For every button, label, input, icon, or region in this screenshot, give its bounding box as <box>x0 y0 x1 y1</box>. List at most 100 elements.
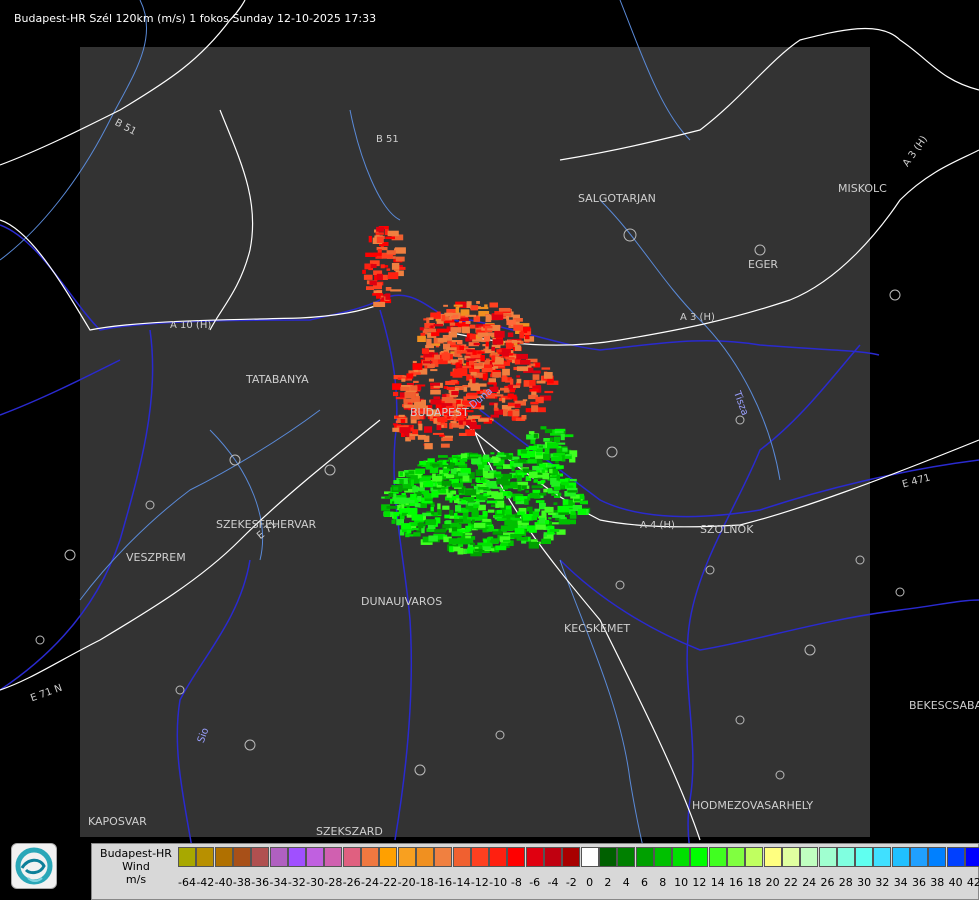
echo-cell <box>538 445 543 448</box>
echo-cell <box>501 397 506 403</box>
echo-cell <box>440 443 450 448</box>
echo-cell <box>449 509 454 516</box>
echo-cell <box>430 382 440 386</box>
echo-cell <box>535 500 545 503</box>
echo-cell <box>456 362 460 368</box>
echo-cell <box>499 488 504 491</box>
echo-cell <box>555 465 564 469</box>
echo-cell <box>510 388 515 393</box>
road-label-b51-north: B 51 <box>376 134 399 145</box>
echo-cell <box>495 454 507 457</box>
legend-tick-label: 24 <box>802 876 817 889</box>
echo-cell <box>528 541 539 549</box>
echo-cell <box>446 474 455 479</box>
echo-cell <box>517 472 527 476</box>
echo-cell <box>414 478 420 484</box>
echo-cell <box>539 463 547 468</box>
echo-cell <box>410 522 414 526</box>
road-label-a10: A 10 (H) <box>170 320 212 331</box>
city-label-kaposvar: KAPOSVAR <box>88 815 147 828</box>
echo-cell <box>469 542 476 545</box>
echo-cell <box>469 360 474 365</box>
echo-cell <box>494 515 504 518</box>
legend-swatch <box>928 847 947 867</box>
echo-cell <box>376 236 384 243</box>
echo-cell <box>511 340 517 344</box>
echo-cell <box>541 469 545 473</box>
echo-cell <box>366 286 374 290</box>
echo-cell <box>464 489 477 496</box>
echo-cell <box>450 371 455 377</box>
echo-cell <box>578 508 587 515</box>
legend-tick-label: 14 <box>710 876 725 889</box>
legend-tick-label: -36 <box>251 876 270 889</box>
echo-cell <box>439 434 445 437</box>
echo-cell <box>543 532 547 537</box>
echo-cell <box>459 345 465 350</box>
legend-swatch <box>489 847 508 867</box>
echo-cell <box>463 387 468 392</box>
echo-cell <box>473 504 479 509</box>
echo-cell <box>386 268 391 271</box>
echo-cell <box>470 354 481 359</box>
echo-cell <box>458 432 467 436</box>
echo-cell <box>422 476 432 479</box>
echo-cell <box>385 236 395 240</box>
echo-cell <box>482 542 493 547</box>
city-label-szolnok: SZOLNOK <box>700 523 754 536</box>
echo-cell <box>539 517 546 524</box>
echo-cell <box>399 427 411 434</box>
echo-cell <box>421 501 433 504</box>
echo-cell <box>437 482 443 485</box>
echo-cell <box>437 489 447 494</box>
echo-cell <box>446 386 455 390</box>
echo-cell <box>526 450 535 458</box>
echo-cell <box>500 525 509 531</box>
echo-cell <box>511 520 517 526</box>
legend-tick-label: -30 <box>306 876 325 889</box>
echo-cell <box>453 546 461 552</box>
echo-cell <box>364 263 371 270</box>
echo-cell <box>434 354 441 360</box>
echo-cell <box>421 348 429 354</box>
echo-cell <box>404 391 416 398</box>
echo-cell <box>528 445 537 450</box>
echo-cell <box>473 342 481 346</box>
legend-tick-label: -10 <box>489 876 508 889</box>
echo-cell <box>513 324 523 331</box>
legend-swatch <box>434 847 453 867</box>
echo-cell <box>426 338 432 346</box>
legend-tick-label: -42 <box>196 876 215 889</box>
road-label-a3-east: A 3 (H) <box>680 312 715 323</box>
echo-cell <box>471 510 479 518</box>
legend-tick-label: -64 <box>178 876 196 889</box>
legend-swatch <box>598 847 617 867</box>
echo-cell <box>506 319 516 326</box>
echo-cell <box>553 502 558 505</box>
echo-cell <box>579 500 588 505</box>
echo-cell <box>498 308 511 312</box>
echo-cell <box>442 437 453 441</box>
echo-cell <box>386 250 396 255</box>
echo-cell <box>516 481 529 486</box>
legend-tick-label: -6 <box>529 876 541 889</box>
echo-cell <box>392 383 402 390</box>
echo-cell <box>363 274 373 280</box>
echo-cell <box>477 487 489 490</box>
echo-cell <box>522 399 528 402</box>
legend-swatch <box>617 847 636 867</box>
echo-cell <box>472 461 482 465</box>
echo-cell <box>436 311 441 318</box>
legend-swatch <box>891 847 910 867</box>
legend-meta: Budapest-HR Wind m/s <box>92 844 180 900</box>
echo-cell <box>535 524 546 530</box>
echo-cell <box>442 394 447 398</box>
echo-cell <box>549 468 553 474</box>
legend-swatch <box>855 847 874 867</box>
echo-cell <box>501 481 511 486</box>
echo-cell <box>456 468 461 472</box>
echo-cell <box>549 437 554 442</box>
legend-unit: m/s <box>125 873 147 886</box>
echo-cell <box>495 338 504 345</box>
echo-cell <box>430 504 435 507</box>
